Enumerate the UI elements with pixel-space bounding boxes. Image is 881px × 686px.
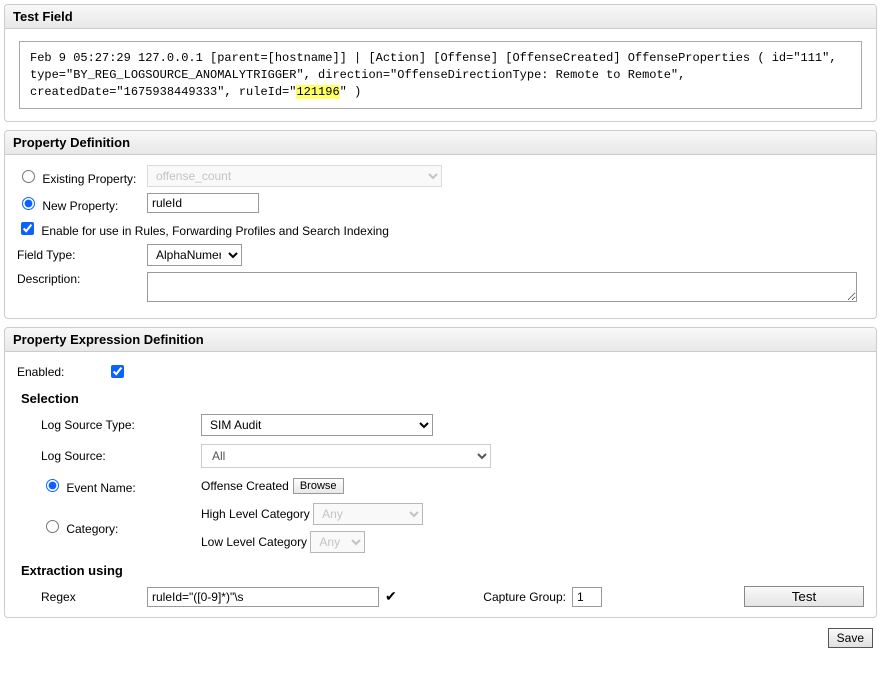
log-source-select[interactable]: All: [201, 444, 491, 468]
fieldtype-row: Field Type: AlphaNumeric: [17, 244, 864, 266]
enabled-row: Enabled:: [17, 362, 864, 381]
property-definition-body: Existing Property: offense_count New Pro…: [5, 155, 876, 318]
regex-label: Regex: [41, 590, 147, 604]
expression-definition-panel: Property Expression Definition Enabled: …: [4, 327, 877, 618]
capture-group-input[interactable]: [572, 587, 602, 607]
category-row: Category: High Level Category Any Low Le…: [41, 503, 864, 553]
existing-property-radio-label[interactable]: Existing Property:: [17, 167, 147, 186]
selection-block: Log Source Type: SIM Audit Log Source: A…: [41, 414, 864, 553]
expression-definition-header: Property Expression Definition: [5, 328, 876, 352]
category-radio-wrap[interactable]: Category:: [41, 503, 201, 536]
fieldtype-select[interactable]: AlphaNumeric: [147, 244, 242, 266]
event-name-value: Offense Created: [201, 479, 289, 493]
llc-row: Low Level Category Any: [201, 531, 423, 553]
existing-property-row: Existing Property: offense_count: [17, 165, 864, 187]
description-label: Description:: [17, 272, 147, 286]
test-field-body: Feb 9 05:27:29 127.0.0.1 [parent=[hostna…: [5, 29, 876, 121]
regex-input[interactable]: [147, 587, 379, 607]
existing-property-label: Existing Property:: [42, 172, 136, 186]
log-sample: Feb 9 05:27:29 127.0.0.1 [parent=[hostna…: [19, 41, 862, 109]
new-property-radio-label[interactable]: New Property:: [17, 194, 147, 213]
new-property-radio[interactable]: [22, 197, 35, 210]
test-button[interactable]: Test: [744, 586, 864, 607]
hlc-label: High Level Category: [201, 507, 310, 521]
save-row: Save: [4, 626, 877, 648]
new-property-label: New Property:: [42, 199, 118, 213]
selection-header: Selection: [21, 391, 864, 406]
test-field-header: Test Field: [5, 5, 876, 29]
new-property-input[interactable]: [147, 193, 259, 213]
capture-group-label: Capture Group:: [483, 590, 566, 604]
regex-right: Capture Group: Test: [483, 586, 864, 607]
log-source-type-row: Log Source Type: SIM Audit: [41, 414, 864, 436]
fieldtype-label: Field Type:: [17, 248, 147, 262]
description-row: Description:: [17, 272, 864, 302]
enable-checkbox[interactable]: [21, 222, 34, 235]
expression-definition-body: Enabled: Selection Log Source Type: SIM …: [5, 352, 876, 617]
category-radio[interactable]: [46, 520, 59, 533]
browse-button[interactable]: Browse: [293, 478, 344, 494]
llc-label: Low Level Category: [201, 535, 307, 549]
property-definition-panel: Property Definition Existing Property: o…: [4, 130, 877, 319]
existing-property-select[interactable]: offense_count: [147, 165, 442, 187]
description-textarea[interactable]: [147, 272, 857, 302]
check-icon: ✔: [385, 588, 397, 605]
extraction-header: Extraction using: [21, 563, 864, 578]
log-source-row: Log Source: All: [41, 444, 864, 468]
property-definition-header: Property Definition: [5, 131, 876, 155]
llc-select[interactable]: Any: [310, 531, 365, 553]
log-highlight: 121196: [296, 85, 339, 99]
existing-property-radio[interactable]: [22, 170, 35, 183]
enabled-label: Enabled:: [17, 365, 107, 379]
event-name-row: Event Name: Offense Created Browse: [41, 476, 864, 495]
enable-checkbox-label[interactable]: Enable for use in Rules, Forwarding Prof…: [17, 219, 389, 238]
category-inner: High Level Category Any Low Level Catego…: [201, 503, 423, 553]
log-source-label: Log Source:: [41, 449, 201, 463]
event-name-radio-wrap[interactable]: Event Name:: [41, 476, 201, 495]
test-field-panel: Test Field Feb 9 05:27:29 127.0.0.1 [par…: [4, 4, 877, 122]
enable-label: Enable for use in Rules, Forwarding Prof…: [41, 224, 389, 238]
event-name-radio[interactable]: [46, 479, 59, 492]
regex-row: Regex ✔ Capture Group: Test: [41, 586, 864, 607]
category-label: Category:: [66, 522, 118, 536]
enable-row: Enable for use in Rules, Forwarding Prof…: [17, 219, 864, 238]
event-name-label: Event Name:: [66, 481, 135, 495]
log-source-type-select[interactable]: SIM Audit: [201, 414, 433, 436]
new-property-row: New Property:: [17, 193, 864, 213]
log-post: " ): [340, 85, 362, 99]
hlc-select[interactable]: Any: [313, 503, 423, 525]
log-source-type-label: Log Source Type:: [41, 418, 201, 432]
enabled-checkbox[interactable]: [111, 365, 124, 378]
log-pre: Feb 9 05:27:29 127.0.0.1 [parent=[hostna…: [30, 51, 844, 99]
hlc-row: High Level Category Any: [201, 503, 423, 525]
save-button[interactable]: Save: [828, 628, 873, 648]
